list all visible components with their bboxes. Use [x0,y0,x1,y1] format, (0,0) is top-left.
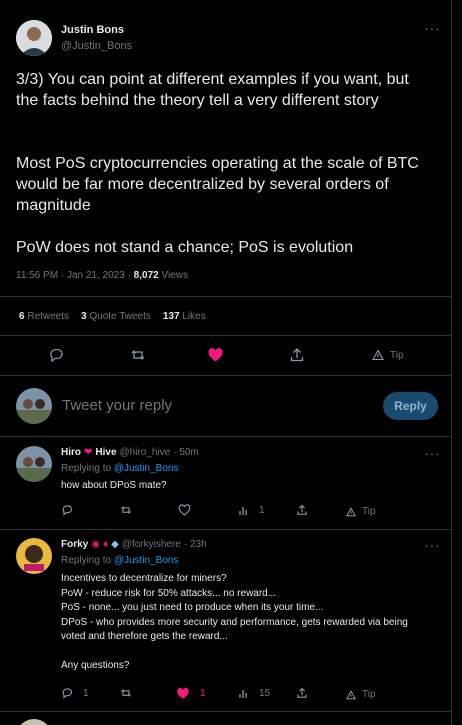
tip-button[interactable]: Tip [346,689,376,700]
reply-avatar[interactable] [16,719,52,725]
reply-button[interactable]: Reply [383,392,438,420]
more-options-icon[interactable]: ··· [424,20,441,36]
reply-author-handle[interactable]: @hiro_hive [120,447,171,458]
like-outline-icon[interactable] [178,504,191,516]
reply-text: Incentives to decentralize for miners? P… [61,573,408,671]
red-heart-emoji-icon: ❤ [84,447,93,458]
tip-button[interactable]: Tip [346,506,376,517]
tweet-text-para1: 3/3) You can point at different examples… [16,71,409,109]
author-handle[interactable]: @Justin_Bons [61,40,132,52]
reply-author-name-suffix[interactable]: Hive [95,447,116,458]
stats-row: 6 Retweets 3 Quote Tweets 137 Likes [19,311,206,322]
views-count: 15 [259,688,271,699]
quote-tweets-stat[interactable]: 3 Quote Tweets [81,311,151,322]
views-count: 8,072 [133,270,159,281]
tip-button[interactable]: Tip [372,349,404,361]
like-icon[interactable] [207,347,224,363]
retweet-icon[interactable] [130,347,146,363]
like-count: 1 [200,688,206,699]
likes-stat[interactable]: 137 Likes [163,311,206,322]
reply-avatar[interactable] [16,446,52,482]
reply-author-handle[interactable]: @forkyishere [122,539,181,550]
tip-label: Tip [362,506,376,517]
retweet-icon[interactable] [120,504,132,516]
reply-header: Forky ◉ ♦ ◆ @forkyishere · 23h [61,539,207,550]
replying-to: Replying to @Justin_Bons [61,463,179,474]
reply-icon[interactable] [61,504,73,516]
share-icon[interactable] [296,687,308,699]
blue-gem-emoji-icon: ◆ [111,539,119,550]
like-action[interactable]: 1 [176,687,206,700]
devil-emoji-icon: ◉ [91,539,100,550]
replying-to-link[interactable]: @Justin_Bons [114,555,179,566]
views-stat[interactable]: 1 [239,505,265,516]
tip-label: Tip [390,349,404,361]
my-avatar[interactable] [16,388,52,424]
reply-author-name[interactable]: Forky [61,539,88,550]
reply-count: 1 [83,687,89,699]
share-icon[interactable] [289,347,305,363]
red-diamond-emoji-icon: ♦ [102,539,109,550]
views-count: 1 [259,505,265,516]
reply-avatar[interactable] [16,538,52,574]
tweet-meta: 11:56 PM · Jan 21, 2023 · 8,072 Views [16,270,188,281]
more-options-icon[interactable]: ··· [424,445,441,461]
views-stat[interactable]: 15 [239,688,270,699]
reply-header: Hiro ❤ Hive @hiro_hive · 50m [61,447,199,458]
author-name[interactable]: Justin Bons [61,24,124,36]
more-options-icon[interactable]: ··· [424,537,441,553]
reply-input[interactable]: Tweet your reply [62,397,362,414]
conversation-column: Justin Bons @Justin_Bons ··· 3/3) You ca… [0,0,452,725]
share-icon[interactable] [296,504,308,516]
tweet-text-para3: PoW does not stand a chance; PoS is evol… [16,239,354,256]
retweet-icon[interactable] [120,687,132,699]
tweet-timestamp[interactable]: 11:56 PM · Jan 21, 2023 · [16,270,134,281]
reply-time[interactable]: · 50m [173,447,199,458]
reply-author-name[interactable]: Hiro [61,447,81,458]
views-label: Views [158,270,188,281]
tip-label: Tip [362,689,376,700]
reply-action[interactable]: 1 [61,687,89,699]
retweets-stat[interactable]: 6 Retweets [19,311,69,322]
author-avatar[interactable] [16,20,52,56]
reply-icon[interactable] [48,347,64,363]
replying-to-link[interactable]: @Justin_Bons [114,463,179,474]
reply-text: how about DPoS mate? [61,480,167,491]
tweet-text-para2: Most PoS cryptocurrencies operating at t… [16,155,419,214]
replying-to: Replying to @Justin_Bons [61,555,179,566]
reply-time[interactable]: · 23h [184,539,207,550]
